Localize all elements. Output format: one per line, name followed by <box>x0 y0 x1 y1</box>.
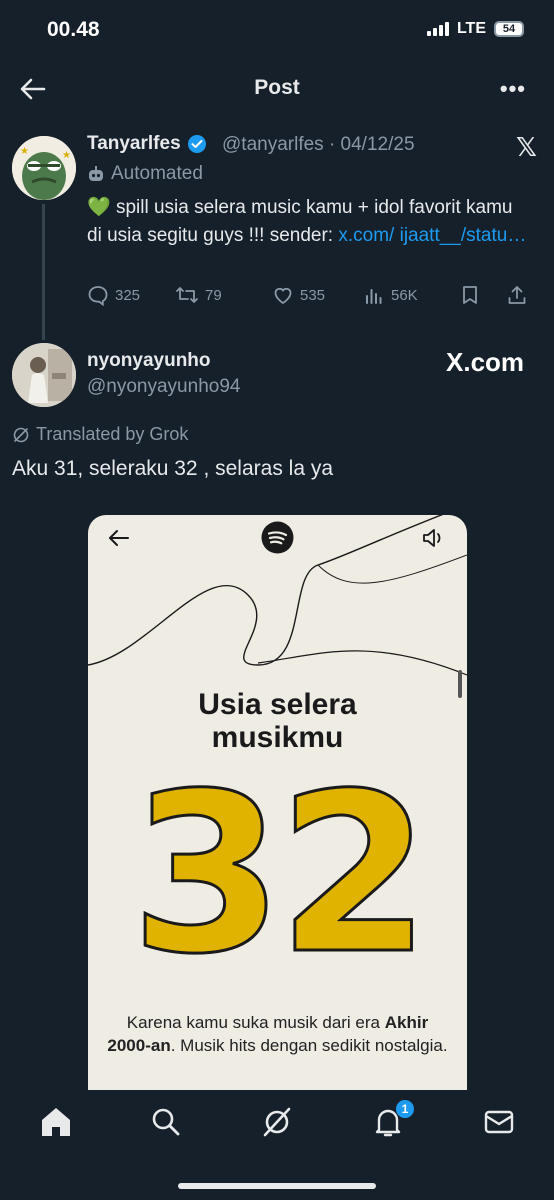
like-button[interactable]: 535 <box>272 284 363 306</box>
card-back-icon <box>109 530 129 546</box>
reply-button[interactable]: 325 <box>87 284 175 306</box>
grok-tab-icon[interactable] <box>259 1104 295 1140</box>
xcom-text: X.com <box>446 347 525 377</box>
spotify-logo-icon <box>261 521 294 554</box>
post-actions: 325 79 535 56K <box>87 284 542 306</box>
analytics-icon <box>366 289 382 304</box>
home-icon[interactable] <box>38 1104 74 1140</box>
xcom-watermark: X.com <box>446 347 524 378</box>
card-title-line2: musikmu <box>211 721 344 754</box>
reply-icon <box>88 286 108 306</box>
verified-badge-icon <box>187 135 206 153</box>
like-count: 535 <box>300 286 326 304</box>
author-name: Tanyarlfes <box>87 133 181 154</box>
automated-text: Automated <box>111 163 203 184</box>
repost-button[interactable]: 79 <box>175 284 272 306</box>
post-text: 💚 spill usia selera music kamu + idol fa… <box>87 194 527 250</box>
notification-badge: 1 <box>396 1100 414 1118</box>
automated-label: Automated <box>87 163 203 185</box>
thread-line <box>42 204 45 340</box>
green-heart-emoji: 💚 <box>87 197 111 218</box>
share-icon[interactable] <box>506 284 528 306</box>
card-title: Usia selera musikmu <box>88 688 467 754</box>
home-indicator <box>178 1183 376 1189</box>
grok-icon <box>13 427 29 442</box>
views-count: 56K <box>391 286 418 304</box>
speaker-icon <box>423 529 441 547</box>
network-label: LTE <box>456 20 486 37</box>
post-link[interactable]: x.com/ ijaatt__/statu… <box>338 225 526 246</box>
age-number: 32 <box>129 760 432 970</box>
reply-avatar[interactable] <box>12 343 76 407</box>
attached-image[interactable]: Usia selera musikmu 32 Karena kamu suka … <box>88 515 467 1115</box>
x-logo-icon: 𝕏 <box>516 132 537 162</box>
reply-text: Aku 31, seleraku 32 , selaras la ya <box>12 457 334 480</box>
signal-icon <box>426 22 449 36</box>
heart-icon <box>274 287 292 305</box>
age-number-text: 32 <box>130 760 424 970</box>
avatar[interactable]: ★ ★ <box>12 136 76 200</box>
avatar-image: ★ ★ <box>12 136 76 200</box>
reply-count: 325 <box>115 286 141 304</box>
svg-text:★: ★ <box>62 150 71 161</box>
search-icon[interactable] <box>148 1104 184 1140</box>
caption-pre: Karena kamu suka musik dari era <box>126 1013 385 1032</box>
status-time: 00.48 <box>47 18 100 41</box>
bot-icon <box>89 166 103 181</box>
reply-handle[interactable]: @nyonyayunho94 <box>87 376 240 398</box>
bookmark-icon[interactable] <box>459 284 481 306</box>
battery-icon: 54 <box>494 21 524 37</box>
translated-label[interactable]: Translated by Grok <box>12 424 188 445</box>
reply-avatar-image <box>12 343 76 407</box>
repost-count: 79 <box>205 286 222 304</box>
svg-text:★: ★ <box>20 146 29 157</box>
card-title-line1: Usia selera <box>198 688 357 721</box>
views-button[interactable]: 56K <box>363 284 459 306</box>
post-author[interactable]: Tanyarlfes <box>87 133 207 155</box>
post-handle-date[interactable]: @tanyarlfes · 04/12/25 <box>222 134 415 156</box>
more-options-button[interactable]: ••• <box>500 76 526 102</box>
status-indicators: LTE 54 <box>426 20 524 38</box>
messages-icon[interactable] <box>481 1104 517 1140</box>
battery-level: 54 <box>502 23 516 35</box>
repost-icon <box>176 287 198 303</box>
caption-post: . Musik hits dengan sedikit nostalgia. <box>170 1036 448 1055</box>
page-title: Post <box>254 76 300 99</box>
card-caption: Karena kamu suka musik dari era Akhir 20… <box>106 1011 449 1057</box>
translated-text: Translated by Grok <box>36 424 189 444</box>
reply-author[interactable]: nyonyayunho <box>87 350 211 372</box>
